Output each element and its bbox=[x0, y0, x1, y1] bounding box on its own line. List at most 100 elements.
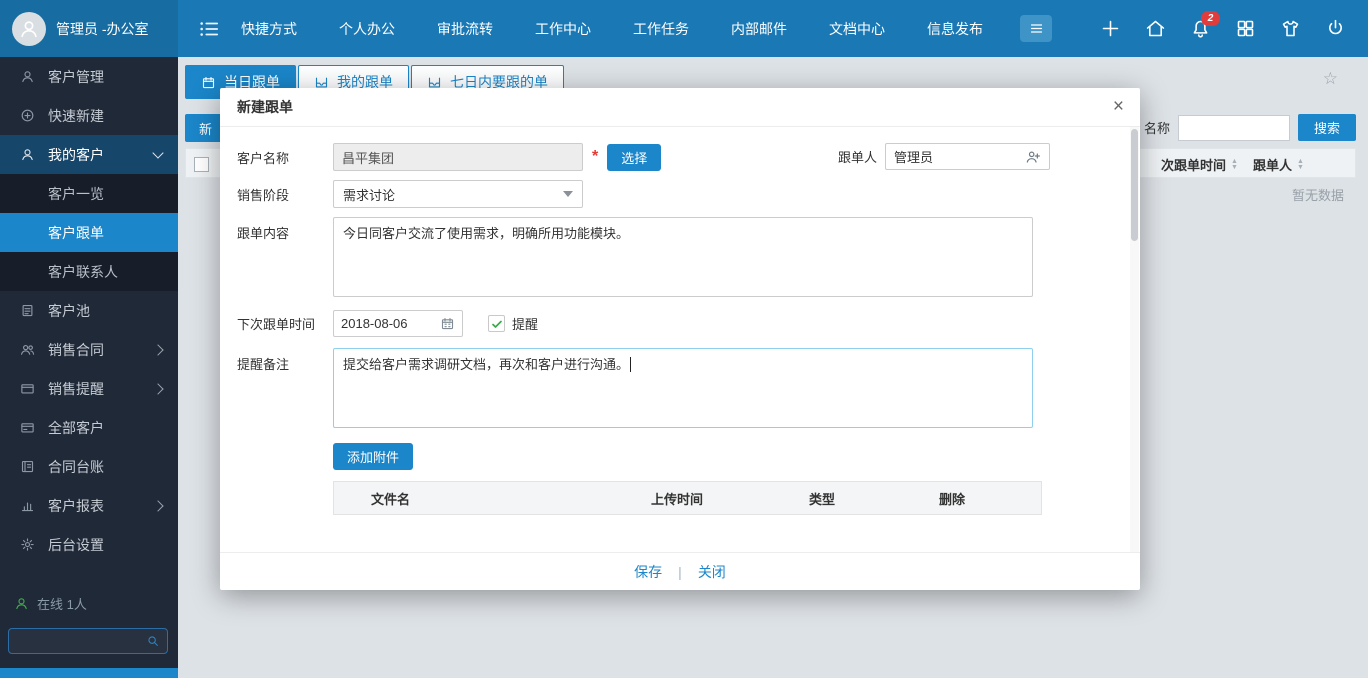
sidebar-item-backend-settings[interactable]: 后台设置 bbox=[0, 525, 178, 564]
chart-icon bbox=[21, 502, 34, 512]
favorite-star-icon[interactable]: ☆ bbox=[1323, 69, 1338, 89]
users-icon bbox=[21, 344, 35, 355]
sidebar-item-contract-ledger[interactable]: 合同台账 bbox=[0, 447, 178, 486]
gear-icon bbox=[21, 538, 34, 551]
user-menu[interactable]: 管理员 -办公室 bbox=[0, 0, 178, 57]
search-button[interactable]: 搜索 bbox=[1298, 114, 1356, 141]
nav-item-personal-office[interactable]: 个人办公 bbox=[339, 19, 395, 39]
scrollbar-thumb[interactable] bbox=[1131, 129, 1138, 241]
menu-list-icon[interactable] bbox=[198, 18, 220, 40]
stage-select[interactable]: 需求讨论 bbox=[333, 180, 583, 208]
follower-value: 管理员 bbox=[894, 150, 934, 165]
person-icon bbox=[22, 149, 33, 161]
content-textarea[interactable]: 今日同客户交流了使用需求，明确所用功能模块。 bbox=[333, 217, 1033, 297]
sidebar-item-label: 后台设置 bbox=[48, 536, 104, 553]
sidebar: 客户管理 快速新建 我的客户 客户一览 客户跟单 客户联系人 客户池 销售合同 bbox=[0, 57, 178, 678]
nav-item-shortcuts[interactable]: 快捷方式 bbox=[241, 19, 297, 39]
column-label: 跟单人 bbox=[1253, 158, 1293, 173]
nav-item-info-publish[interactable]: 信息发布 bbox=[927, 19, 983, 39]
new-followup-modal: 新建跟单 × 客户名称 昌平集团 * 选择 跟单人 管理员 销售阶段 需求讨论 bbox=[220, 88, 1140, 590]
attachment-table-header: 文件名 上传时间 类型 删除 bbox=[333, 481, 1042, 515]
select-all-checkbox[interactable] bbox=[194, 157, 209, 172]
card-icon bbox=[21, 423, 34, 433]
person-icon bbox=[22, 71, 33, 83]
check-icon bbox=[491, 320, 502, 328]
follower-field[interactable]: 管理员 bbox=[885, 143, 1051, 170]
choose-customer-button[interactable]: 选择 bbox=[607, 143, 662, 171]
sidebar-item-label: 客户跟单 bbox=[48, 224, 104, 241]
sidebar-item-customer-management[interactable]: 客户管理 bbox=[0, 57, 178, 96]
remark-textarea[interactable]: 提交给客户需求调研文档，再次和客户进行沟通。 bbox=[333, 348, 1033, 428]
column-next-followup-time[interactable]: 次跟单时间 ▲ ▼ bbox=[1161, 155, 1238, 174]
more-menu-icon[interactable] bbox=[1020, 15, 1052, 42]
follower-group: 跟单人 管理员 bbox=[838, 143, 1051, 170]
save-button[interactable]: 保存 bbox=[634, 562, 662, 582]
chevron-right-icon bbox=[152, 499, 164, 512]
required-asterisk: * bbox=[592, 148, 599, 165]
nav-item-work-tasks[interactable]: 工作任务 bbox=[633, 19, 689, 39]
chevron-down-icon bbox=[152, 147, 164, 159]
remind-label: 提醒 bbox=[512, 317, 539, 332]
nav-item-internal-mail[interactable]: 内部邮件 bbox=[731, 19, 787, 39]
stage-value: 需求讨论 bbox=[343, 187, 396, 203]
apps-grid-icon[interactable] bbox=[1235, 18, 1256, 39]
content-row: 跟单内容 今日同客户交流了使用需求，明确所用功能模块。 bbox=[237, 217, 1106, 297]
close-button[interactable]: 关闭 bbox=[698, 562, 726, 582]
sidebar-item-customer-followup[interactable]: 客户跟单 bbox=[0, 213, 178, 252]
follower-label: 跟单人 bbox=[838, 150, 878, 165]
sidebar-item-label: 客户联系人 bbox=[48, 263, 118, 280]
online-status-label: 在线 1人 bbox=[37, 597, 87, 612]
next-time-label: 下次跟单时间 bbox=[237, 317, 316, 332]
sidebar-item-label: 合同台账 bbox=[48, 458, 104, 475]
sidebar-item-label: 快速新建 bbox=[48, 107, 104, 124]
nav-item-work-center[interactable]: 工作中心 bbox=[535, 19, 591, 39]
search-icon[interactable] bbox=[146, 634, 160, 648]
text-cursor bbox=[630, 357, 632, 372]
sidebar-item-sales-contracts[interactable]: 销售合同 bbox=[0, 330, 178, 369]
add-icon[interactable] bbox=[1100, 18, 1121, 39]
nav-item-doc-center[interactable]: 文档中心 bbox=[829, 19, 885, 39]
person-add-icon[interactable] bbox=[1025, 149, 1041, 165]
calendar-icon bbox=[441, 317, 454, 330]
bell-icon[interactable]: 2 bbox=[1190, 11, 1220, 39]
plus-circle-icon bbox=[21, 109, 34, 122]
topbar-actions: 2 bbox=[1100, 11, 1368, 39]
person-icon bbox=[21, 20, 37, 37]
sidebar-item-label: 销售提醒 bbox=[48, 380, 104, 397]
power-icon[interactable] bbox=[1325, 18, 1346, 39]
remind-checkbox[interactable] bbox=[488, 315, 505, 332]
sidebar-item-label: 客户一览 bbox=[48, 185, 104, 202]
sidebar-item-sales-reminders[interactable]: 销售提醒 bbox=[0, 369, 178, 408]
sidebar-bottom-strip bbox=[0, 668, 178, 678]
modal-footer: 保存 | 关闭 bbox=[220, 552, 1140, 590]
user-name: 管理员 -办公室 bbox=[56, 20, 149, 37]
screen: 管理员 -办公室 快捷方式 个人办公 审批流转 工作中心 工作任务 内部邮件 文… bbox=[0, 0, 1368, 678]
attachment-col-delete: 删除 bbox=[939, 491, 966, 507]
sidebar-item-customer-contacts[interactable]: 客户联系人 bbox=[0, 252, 178, 291]
theme-shirt-icon[interactable] bbox=[1280, 18, 1301, 39]
sort-icon[interactable]: ▲ ▼ bbox=[1297, 158, 1304, 171]
next-time-date-input[interactable]: 2018-08-06 bbox=[333, 310, 463, 337]
sort-icon[interactable]: ▲ ▼ bbox=[1231, 158, 1238, 171]
sidebar-item-customer-overview[interactable]: 客户一览 bbox=[0, 174, 178, 213]
filter-name-input[interactable] bbox=[1178, 114, 1290, 141]
caret-down-icon bbox=[563, 191, 573, 197]
home-icon[interactable] bbox=[1145, 18, 1166, 39]
sidebar-item-my-customers[interactable]: 我的客户 bbox=[0, 135, 178, 174]
nav-item-approval-flow[interactable]: 审批流转 bbox=[437, 19, 493, 39]
sidebar-item-customer-reports[interactable]: 客户报表 bbox=[0, 486, 178, 525]
close-icon[interactable]: × bbox=[1113, 97, 1124, 117]
attachment-col-filename: 文件名 bbox=[371, 491, 411, 507]
sidebar-search-input[interactable] bbox=[9, 634, 146, 648]
filter-bar: 名称 搜索 bbox=[1144, 114, 1356, 141]
add-attachment-button[interactable]: 添加附件 bbox=[333, 443, 414, 470]
attachment-col-upload-time: 上传时间 bbox=[651, 491, 704, 507]
customer-name-field[interactable]: 昌平集团 bbox=[333, 143, 583, 171]
attachment-col-type: 类型 bbox=[809, 491, 836, 507]
sidebar-item-customer-pool[interactable]: 客户池 bbox=[0, 291, 178, 330]
sidebar-item-all-customers[interactable]: 全部客户 bbox=[0, 408, 178, 447]
column-follower[interactable]: 跟单人 ▲ ▼ bbox=[1253, 155, 1304, 174]
content-label: 跟单内容 bbox=[237, 226, 290, 241]
content-value: 今日同客户交流了使用需求，明确所用功能模块。 bbox=[343, 226, 630, 241]
sidebar-item-quick-create[interactable]: 快速新建 bbox=[0, 96, 178, 135]
